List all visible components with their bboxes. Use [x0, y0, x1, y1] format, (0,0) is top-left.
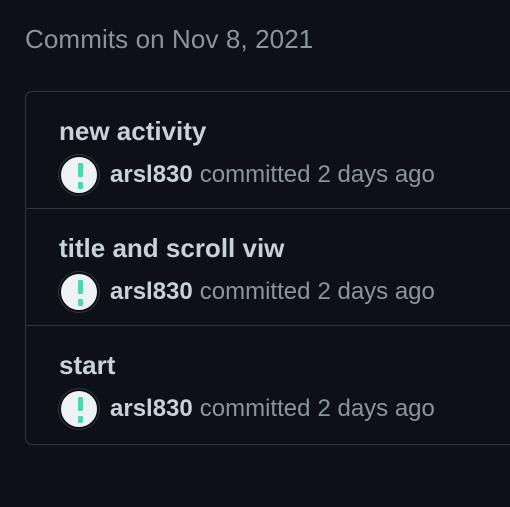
commit-title-link[interactable]: start — [59, 350, 115, 381]
commit-relative-time: 2 days ago — [317, 278, 435, 305]
commits-date-heading: Commits on Nov 8, 2021 — [25, 24, 314, 54]
commit-action-text: committed — [199, 395, 311, 422]
avatar-pixel — [78, 416, 83, 423]
author-link[interactable]: arsl830 — [110, 161, 193, 189]
commit-row: start arsl830 committed 2 days ago — [26, 326, 510, 444]
avatar[interactable] — [59, 389, 99, 429]
commit-action-text: committed — [199, 161, 311, 188]
commit-action-text: committed — [199, 278, 311, 305]
commit-row: new activity arsl830 committed 2 days ag… — [26, 92, 510, 209]
commit-title-link[interactable]: new activity — [59, 116, 206, 147]
commit-meta: arsl830 committed 2 days ago — [59, 154, 435, 196]
commit-list: new activity arsl830 committed 2 days ag… — [25, 91, 510, 445]
commit-title-link[interactable]: title and scroll viw — [59, 233, 284, 264]
author-link[interactable]: arsl830 — [110, 395, 193, 423]
avatar[interactable] — [59, 272, 99, 312]
author-link[interactable]: arsl830 — [110, 278, 193, 306]
avatar-pixel — [78, 182, 83, 189]
avatar-pixel — [78, 163, 83, 177]
avatar[interactable] — [59, 155, 99, 195]
avatar-pixel — [78, 299, 83, 306]
avatar-pixel — [78, 397, 83, 411]
avatar-pixel — [78, 280, 83, 294]
commit-relative-time: 2 days ago — [317, 161, 435, 188]
commit-meta: arsl830 committed 2 days ago — [59, 388, 435, 430]
commit-row: title and scroll viw arsl830 committed 2… — [26, 209, 510, 326]
commit-relative-time: 2 days ago — [317, 395, 435, 422]
commit-meta: arsl830 committed 2 days ago — [59, 271, 435, 313]
